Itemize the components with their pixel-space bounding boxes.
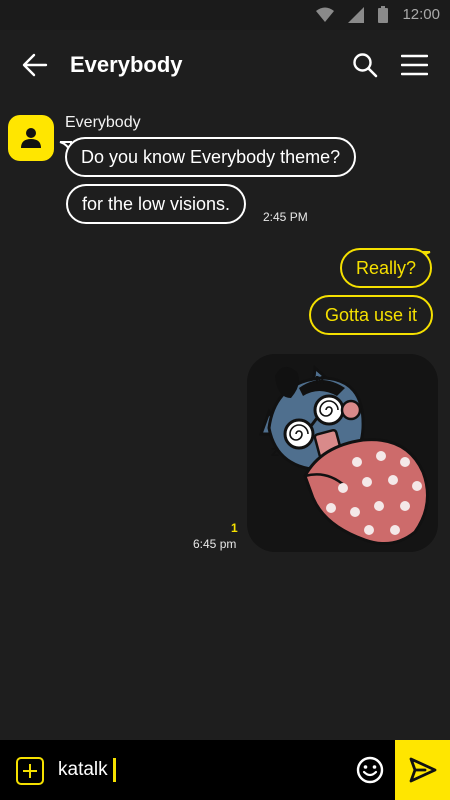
outgoing-message-bubble[interactable]: Gotta use it [308, 295, 433, 335]
avatar[interactable] [8, 115, 54, 161]
status-bar: 12:00 [0, 0, 450, 30]
arrow-left-icon [22, 53, 48, 77]
app-bar: Everybody [0, 30, 450, 102]
send-button[interactable] [395, 740, 450, 800]
signal-icon [348, 6, 365, 23]
wifi-icon [316, 7, 335, 22]
emoji-button[interactable] [355, 755, 385, 785]
svg-text:Z: Z [271, 446, 279, 459]
battery-icon [378, 6, 389, 23]
unread-count: 1 [231, 521, 238, 535]
text-caret [113, 758, 116, 782]
incoming-message-bubble[interactable]: for the low visions. [66, 184, 247, 224]
search-icon [353, 53, 378, 78]
message-timestamp: 2:45 PM [263, 210, 308, 224]
message-timestamp: 6:45 pm [193, 537, 237, 551]
plus-icon[interactable] [16, 757, 44, 785]
svg-text:N: N [315, 374, 324, 387]
message-input-bar [0, 740, 450, 800]
back-button[interactable] [22, 52, 48, 78]
sender-name: Everybody [65, 114, 141, 131]
hamburger-menu-icon [400, 54, 429, 76]
person-icon [21, 128, 41, 148]
search-button[interactable] [352, 52, 378, 78]
incoming-message-bubble[interactable]: Do you know Everybody theme? [65, 137, 357, 177]
menu-button[interactable] [400, 53, 429, 77]
message-input[interactable] [58, 755, 338, 785]
send-icon [409, 757, 436, 783]
emoji-smile-icon [356, 756, 384, 784]
status-time: 12:00 [402, 6, 440, 23]
outgoing-message-bubble[interactable]: Really? [339, 248, 432, 288]
page-title: Everybody [70, 52, 183, 77]
sticker-character-reading-icon: N Z [258, 364, 429, 546]
sticker-message[interactable]: N Z [247, 354, 438, 552]
